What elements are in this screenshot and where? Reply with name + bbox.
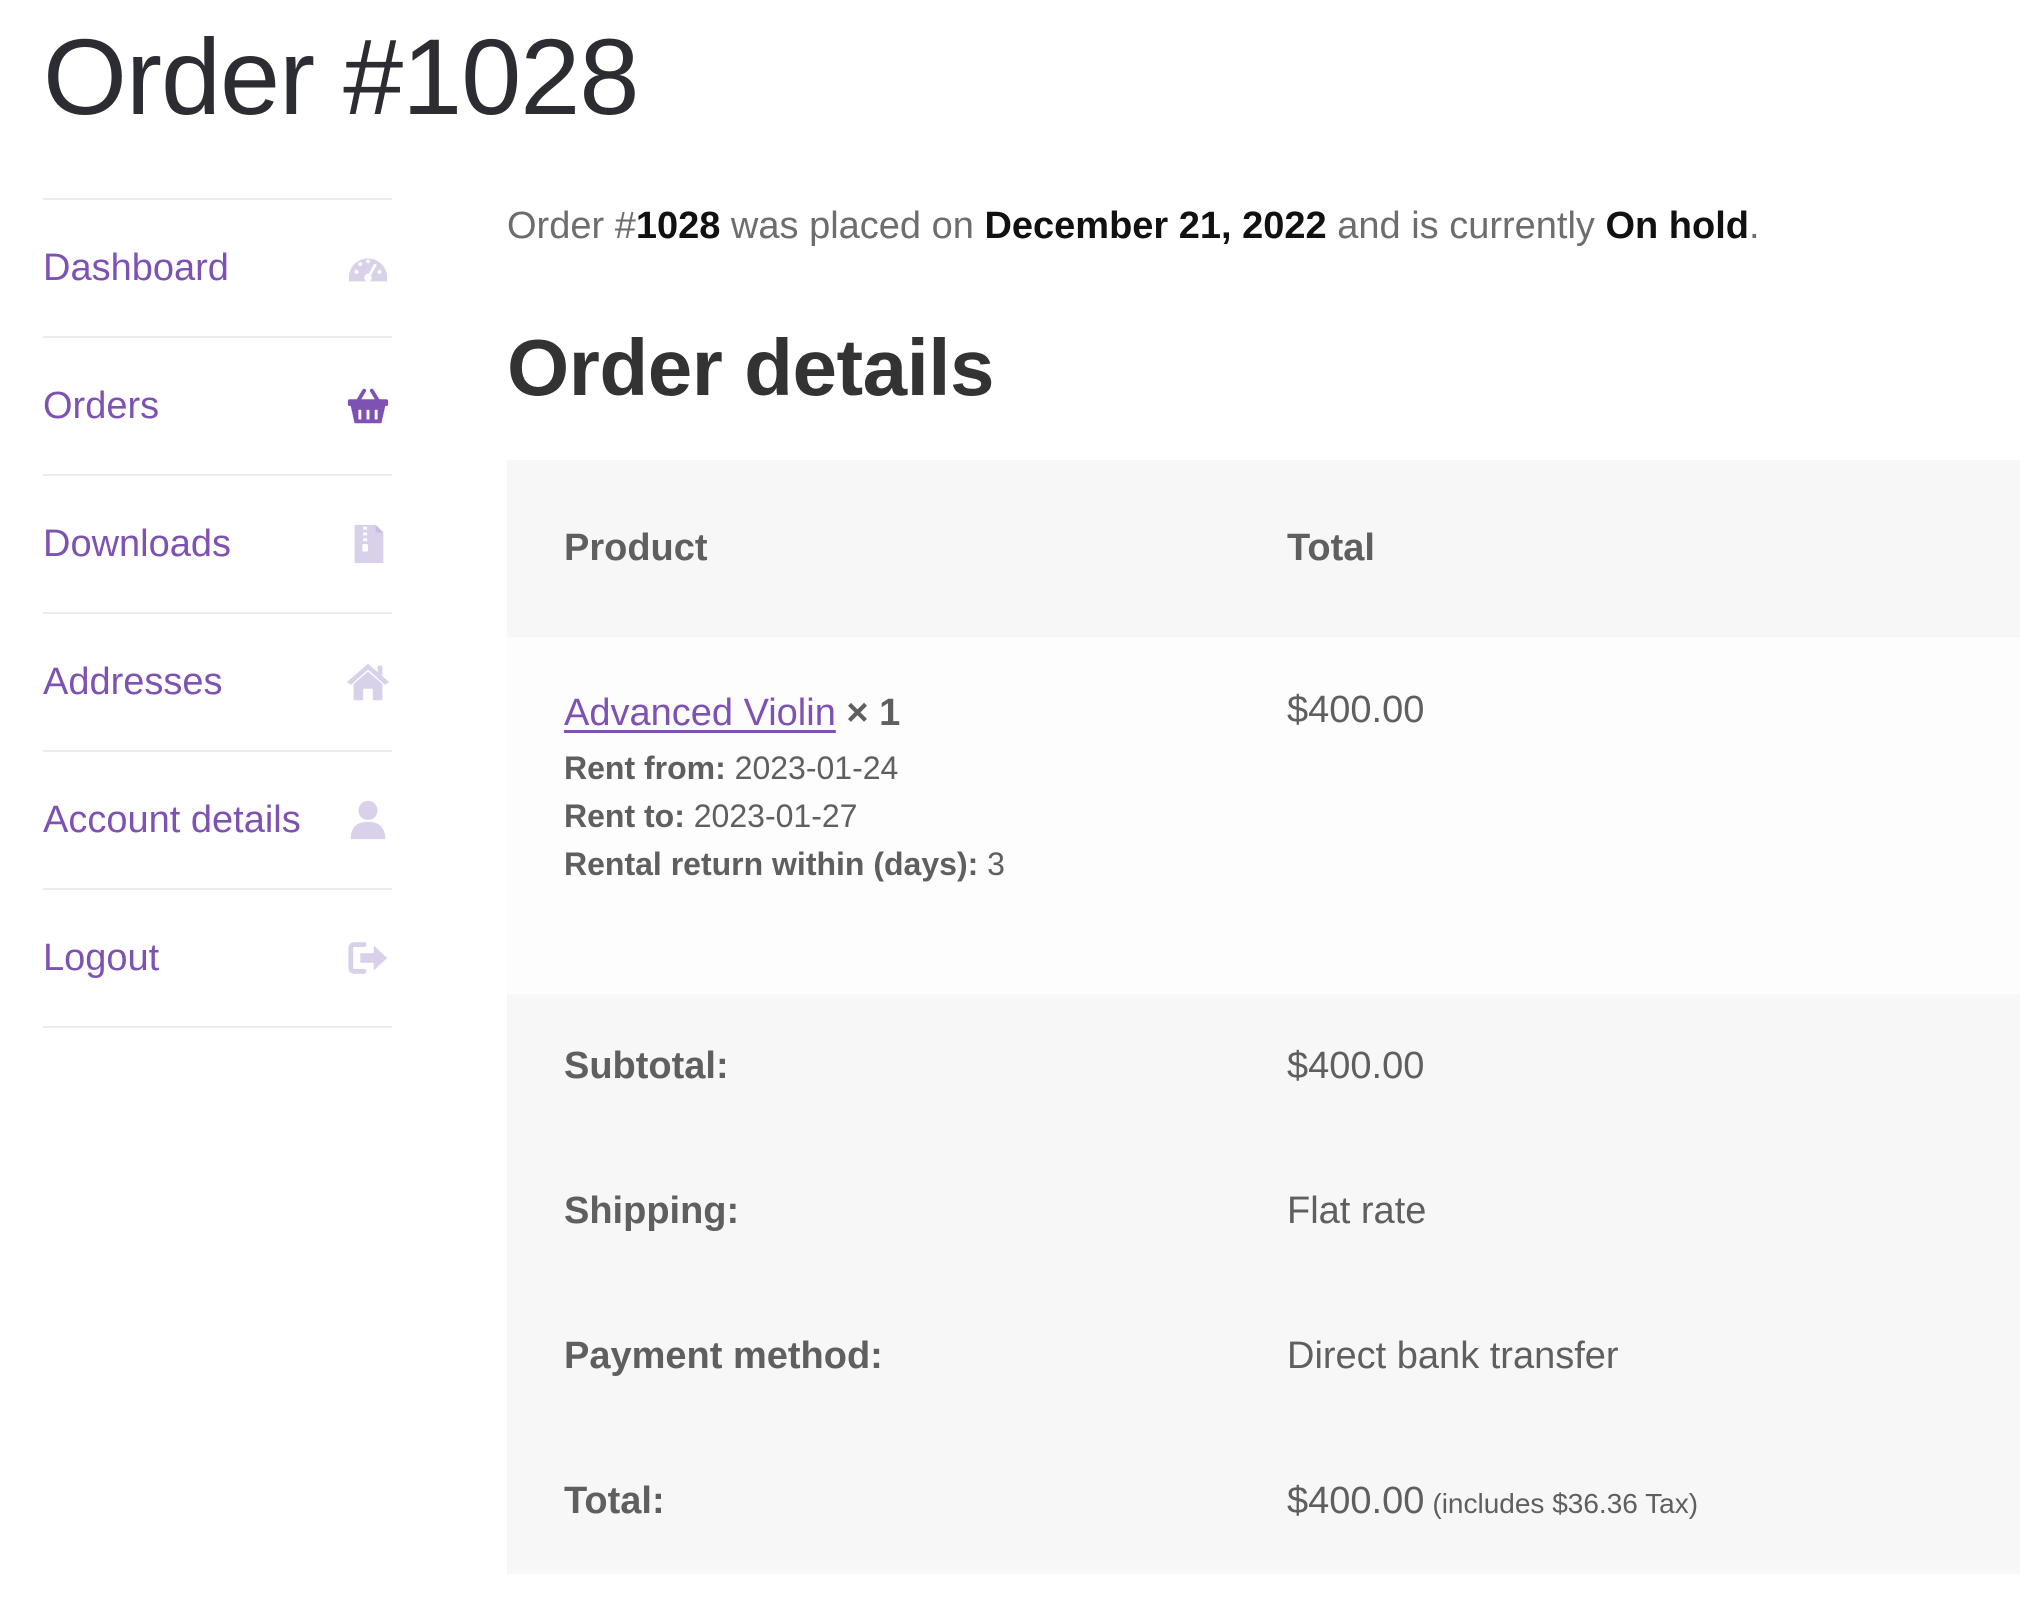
order-status: On hold [1605,205,1750,247]
payment-method-value: Direct bank transfer [1287,1335,1619,1377]
rent-to: Rent to: 2023-01-27 [564,797,1287,834]
payment-method-row: Payment method: Direct bank transfer [507,1284,2020,1429]
summary-suffix: . [1749,205,1760,247]
shipping-row: Shipping: Flat rate [507,1139,2020,1284]
order-summary: Order #1028 was placed on December 21, 2… [507,205,1760,248]
dashboard-icon [344,244,392,292]
sign-out-icon [344,934,392,982]
column-header-total: Total [1287,527,1375,569]
summary-placed-text: was placed on [720,205,985,247]
order-number: 1028 [635,205,721,247]
meta-value: 2023-01-24 [734,750,899,787]
file-archive-icon [344,520,392,568]
sidebar-item-orders[interactable]: Orders [43,338,392,476]
table-footer: Subtotal: $400.00 Shipping: Flat rate Pa… [507,994,2020,1574]
product-quantity: × 1 [846,692,901,734]
column-header-product: Product [564,527,708,569]
payment-method-label: Payment method: [564,1335,883,1377]
rent-from: Rent from: 2023-01-24 [564,752,1287,786]
total-cell: $400.00 (includes $36.36 Tax) [1287,1480,2020,1523]
product-cell: Advanced Violin × 1 Rent from: 2023-01-2… [507,637,1287,881]
product-link[interactable]: Advanced Violin [564,692,836,734]
basket-icon [344,382,392,430]
shipping-value: Flat rate [1287,1190,1427,1232]
total-value: $400.00 [1287,1480,1425,1522]
order-details-heading: Order details [507,323,995,412]
summary-status-text: and is currently [1326,205,1606,247]
total-label: Total: [564,1480,665,1522]
sidebar-item-label[interactable]: Orders [43,387,159,425]
table-header-row: Product Total [507,460,2020,637]
sidebar-item-label[interactable]: Dashboard [43,249,229,287]
subtotal-value: $400.00 [1287,1045,1425,1087]
page-title: Order #1028 [43,16,639,137]
total-row: Total: $400.00 (includes $36.36 Tax) [507,1429,2020,1574]
shipping-label: Shipping: [564,1190,740,1232]
sidebar-item-label[interactable]: Downloads [43,525,231,563]
sidebar-item-logout[interactable]: Logout [43,890,392,1028]
sidebar-item-label[interactable]: Account details [43,801,301,839]
home-icon [344,658,392,706]
tax-note: (includes $36.36 Tax) [1432,1488,1699,1519]
subtotal-row: Subtotal: $400.00 [507,994,2020,1139]
subtotal-label: Subtotal: [564,1045,729,1087]
order-details-table: Product Total Advanced Violin × 1 Rent f… [507,460,2020,1574]
table-row: Advanced Violin × 1 Rent from: 2023-01-2… [507,637,2020,994]
sidebar-item-account-details[interactable]: Account details [43,752,392,890]
meta-value: 3 [987,845,1005,882]
meta-key: Rent to: [564,797,685,834]
sidebar-item-label[interactable]: Addresses [43,663,223,701]
item-total: $400.00 [1287,689,1425,731]
sidebar-item-addresses[interactable]: Addresses [43,614,392,752]
sidebar-item-dashboard[interactable]: Dashboard [43,200,392,338]
account-navigation: Dashboard Orders Downloads Addresses Acc… [43,198,392,1028]
meta-key: Rent from: [564,750,726,787]
sidebar-item-downloads[interactable]: Downloads [43,476,392,614]
rental-return-days: Rental return within (days): 3 [564,845,1287,882]
sidebar-item-label[interactable]: Logout [43,939,159,977]
user-icon [344,796,392,844]
meta-value: 2023-01-27 [693,797,858,834]
meta-key: Rental return within (days): [564,845,979,882]
summary-prefix: Order # [507,205,636,247]
order-date: December 21, 2022 [984,205,1327,247]
